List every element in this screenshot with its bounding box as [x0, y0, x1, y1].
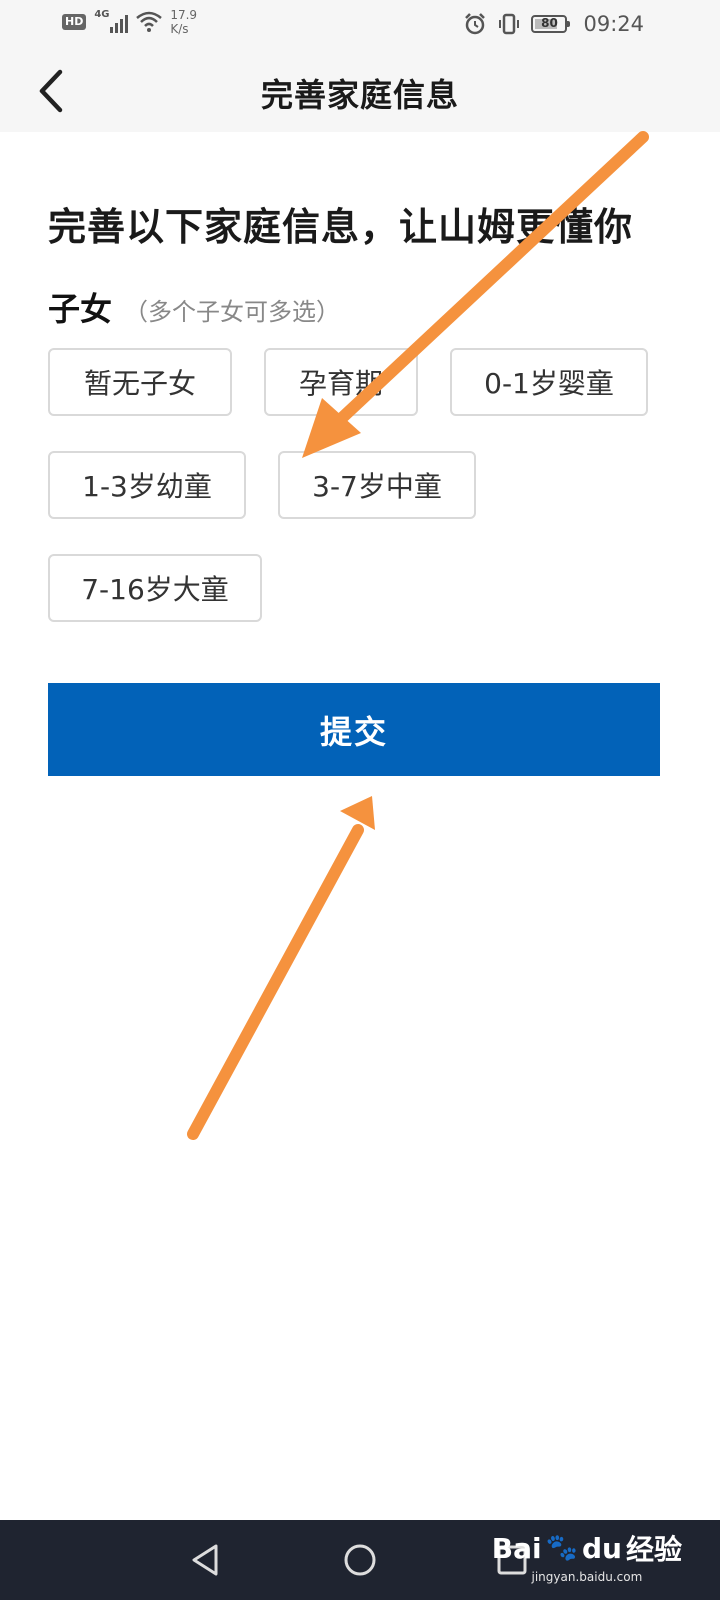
wifi-icon [136, 11, 163, 32]
speed-unit: K/s [170, 22, 189, 36]
watermark-brand-a: Bai [491, 1531, 542, 1565]
paw-icon: 🐾 [545, 1533, 578, 1563]
intro-heading: 完善以下家庭信息，让山姆更懂你 [48, 204, 634, 249]
speed-value: 17.9 [170, 8, 198, 22]
vibrate-icon [499, 13, 520, 35]
alarm-icon [465, 13, 486, 35]
status-right: 80 09:24 [463, 12, 644, 36]
hd-badge: HD [62, 14, 87, 30]
option-toddler-1-3[interactable]: 1-3岁幼童 [48, 451, 246, 519]
network-type: 4G [94, 9, 110, 20]
watermark-brand-b: du [582, 1531, 622, 1565]
baidu-watermark: Bai 🐾 du 经验 jingyan.baidu.com [491, 1528, 682, 1585]
battery-level: 80 [541, 16, 558, 30]
back-triangle-icon[interactable] [186, 1540, 226, 1580]
network-speed: 17.9 K/s [170, 8, 197, 36]
option-no-children[interactable]: 暂无子女 [48, 348, 232, 416]
arrow-to-submit [187, 796, 375, 1140]
clock: 09:24 [583, 12, 644, 36]
children-section-heading: 子女 （多个子女可多选） [48, 284, 340, 330]
system-nav-bar: Bai 🐾 du 经验 jingyan.baidu.com [0, 1520, 720, 1600]
page-title: 完善家庭信息 [260, 76, 459, 114]
watermark-url: jingyan.baidu.com [531, 1570, 643, 1584]
app-header: 完善家庭信息 [0, 50, 720, 132]
section-hint: （多个子女可多选） [124, 298, 341, 326]
battery-icon: 80 [531, 15, 571, 33]
status-bar: HD 4G 17.9 K/s 80 09:24 [0, 0, 720, 50]
home-circle-icon[interactable] [340, 1540, 380, 1580]
status-left: HD 4G 17.9 K/s [62, 8, 197, 36]
option-pregnancy[interactable]: 孕育期 [264, 348, 418, 416]
signal-icon: 4G [94, 9, 129, 35]
watermark-brand-c: 经验 [625, 1533, 682, 1566]
option-infant-0-1[interactable]: 0-1岁婴童 [450, 348, 648, 416]
option-child-3-7[interactable]: 3-7岁中童 [278, 451, 476, 519]
option-child-7-16[interactable]: 7-16岁大童 [48, 554, 262, 622]
submit-button[interactable]: 提交 [48, 683, 660, 776]
section-title: 子女 [48, 290, 113, 328]
